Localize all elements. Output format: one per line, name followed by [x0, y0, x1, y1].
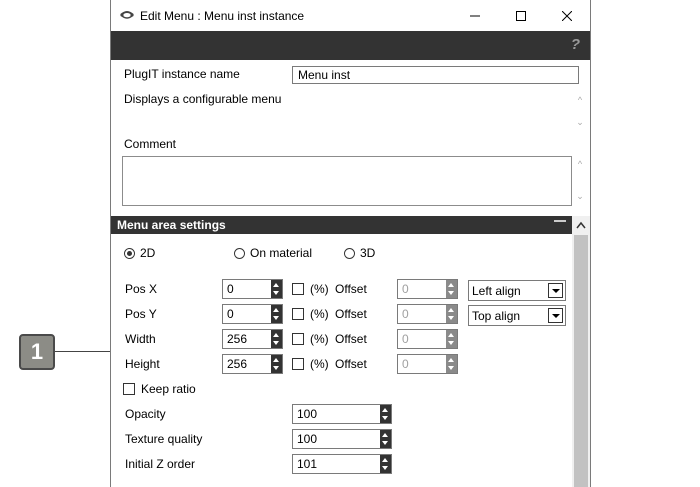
pos-y-offset-value: 0: [402, 307, 409, 321]
plugit-description: Displays a configurable menu: [124, 92, 282, 106]
minimize-icon: [470, 15, 480, 16]
pos-y-offset-spinner[interactable]: 0: [397, 304, 458, 324]
height-percent-checkbox[interactable]: [292, 358, 304, 370]
radio-on-material[interactable]: [234, 248, 245, 259]
menu-area-settings-header[interactable]: Menu area settings: [111, 216, 572, 234]
scroll-thumb[interactable]: [574, 235, 588, 487]
radio-3d-label: 3D: [360, 246, 376, 260]
width-offset-spinner[interactable]: 0: [397, 329, 458, 349]
pos-y-spinner[interactable]: 0: [222, 304, 283, 324]
minimize-button[interactable]: [452, 0, 498, 31]
width-stepper[interactable]: [271, 330, 282, 348]
maximize-icon: [516, 10, 526, 21]
pos-y-offset-stepper[interactable]: [446, 305, 457, 323]
width-offset-value: 0: [402, 332, 409, 346]
opacity-stepper[interactable]: [380, 405, 391, 423]
width-value: 256: [227, 332, 248, 346]
width-percent-checkbox[interactable]: [292, 333, 304, 345]
width-percent-label: (%): [310, 332, 329, 346]
pos-y-value: 0: [227, 307, 234, 321]
vertical-align-value: Top align: [472, 309, 521, 323]
pos-y-stepper[interactable]: [271, 305, 282, 323]
app-icon: [120, 11, 134, 19]
texture-quality-spinner[interactable]: 100: [292, 429, 392, 449]
section-scrollbar[interactable]: [572, 216, 590, 487]
horizontal-align-value: Left align: [472, 284, 521, 298]
height-offset-value: 0: [402, 357, 409, 371]
height-label: Height: [125, 357, 160, 371]
pos-x-value: 0: [227, 282, 234, 296]
close-button[interactable]: [544, 0, 590, 31]
width-spinner[interactable]: 256: [222, 329, 283, 349]
description-scroll-up-icon[interactable]: ^: [575, 95, 585, 105]
height-percent-label: (%): [310, 357, 329, 371]
callout-badge: 1: [19, 334, 55, 370]
pos-x-offset-spinner[interactable]: 0: [397, 279, 458, 299]
chevron-down-icon[interactable]: [548, 283, 563, 298]
pos-x-offset-value: 0: [402, 282, 409, 296]
pos-x-offset-stepper[interactable]: [446, 280, 457, 298]
radio-3d[interactable]: [344, 248, 355, 259]
opacity-spinner[interactable]: 100: [292, 404, 392, 424]
width-offset-stepper[interactable]: [446, 330, 457, 348]
toolbar: ?: [111, 31, 590, 60]
pos-x-offset-label: Offset: [335, 282, 367, 296]
description-scroll-down-icon[interactable]: ⌄: [575, 117, 585, 127]
pos-y-offset-label: Offset: [335, 307, 367, 321]
pos-y-percent-checkbox[interactable]: [292, 308, 304, 320]
initial-z-order-value: 101: [297, 457, 318, 471]
chevron-down-icon[interactable]: [548, 308, 563, 323]
comment-label: Comment: [124, 137, 177, 151]
section-title: Menu area settings: [117, 218, 226, 232]
texture-quality-stepper[interactable]: [380, 430, 391, 448]
width-label: Width: [125, 332, 156, 346]
edit-menu-window: Edit Menu : Menu inst instance ? PlugIT …: [110, 0, 591, 487]
comment-textarea[interactable]: [122, 156, 572, 206]
pos-x-percent-checkbox[interactable]: [292, 283, 304, 295]
pos-y-percent-label: (%): [310, 307, 329, 321]
pos-x-label: Pos X: [125, 282, 158, 296]
comment-scroll-up-icon[interactable]: ^: [575, 159, 585, 169]
keep-ratio-checkbox[interactable]: [123, 383, 135, 395]
pos-x-spinner[interactable]: 0: [222, 279, 283, 299]
pos-x-percent-label: (%): [310, 282, 329, 296]
comment-scroll-down-icon[interactable]: ⌄: [575, 191, 585, 201]
instance-name-label: PlugIT instance name: [124, 67, 240, 81]
close-icon: [562, 10, 572, 21]
height-spinner[interactable]: 256: [222, 354, 283, 374]
pos-y-label: Pos Y: [125, 307, 157, 321]
pos-x-stepper[interactable]: [271, 280, 282, 298]
initial-z-order-spinner[interactable]: 101: [292, 454, 392, 474]
height-value: 256: [227, 357, 248, 371]
height-stepper[interactable]: [271, 355, 282, 373]
keep-ratio-label: Keep ratio: [141, 382, 196, 396]
question-icon[interactable]: ?: [571, 36, 580, 53]
radio-2d[interactable]: [124, 248, 135, 259]
opacity-label: Opacity: [125, 407, 166, 421]
collapse-icon[interactable]: [554, 217, 566, 227]
texture-quality-label: Texture quality: [125, 432, 203, 446]
height-offset-stepper[interactable]: [446, 355, 457, 373]
instance-name-input[interactable]: Menu inst: [292, 66, 579, 84]
opacity-value: 100: [297, 407, 318, 421]
vertical-align-select[interactable]: Top align: [468, 305, 566, 326]
texture-quality-value: 100: [297, 432, 318, 446]
radio-2d-label: 2D: [140, 246, 156, 260]
horizontal-align-select[interactable]: Left align: [468, 280, 566, 301]
height-offset-label: Offset: [335, 357, 367, 371]
initial-z-order-label: Initial Z order: [125, 457, 196, 471]
maximize-button[interactable]: [498, 0, 544, 31]
height-offset-spinner[interactable]: 0: [397, 354, 458, 374]
scroll-up-icon[interactable]: [576, 221, 586, 229]
radio-on-material-label: On material: [250, 246, 313, 260]
title-bar: Edit Menu : Menu inst instance: [111, 0, 590, 31]
initial-z-order-stepper[interactable]: [380, 455, 391, 473]
width-offset-label: Offset: [335, 332, 367, 346]
window-title: Edit Menu : Menu inst instance: [140, 9, 305, 23]
